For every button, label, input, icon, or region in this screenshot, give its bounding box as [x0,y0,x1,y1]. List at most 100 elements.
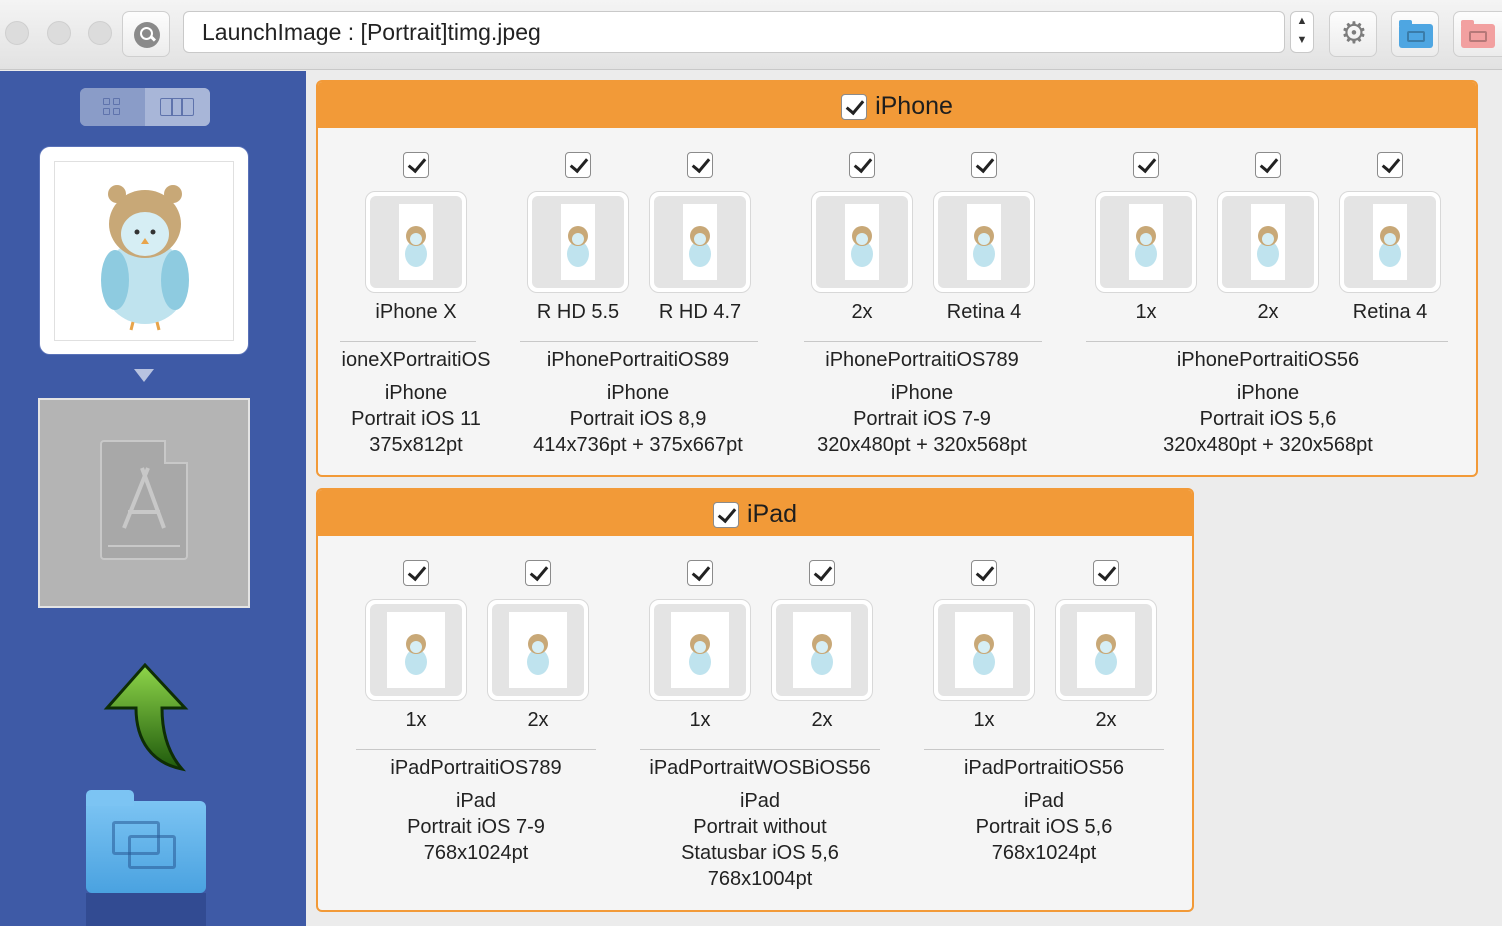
down-arrow-icon [134,369,154,382]
iphone-image-well[interactable] [365,191,467,293]
column-view-button[interactable] [145,88,210,126]
iphone-image-well[interactable] [1217,191,1319,293]
launch-image-preview [671,612,729,688]
iphone-enable-checkbox[interactable] [841,93,868,120]
iphone-cell-checkbox[interactable] [1255,152,1281,178]
iphone-cell-label: 2x [1257,301,1279,323]
iphone-image-well[interactable] [1339,191,1441,293]
iphone-cell-label: R HD 5.5 [536,301,620,323]
iphone-cell-checkbox[interactable] [849,152,875,178]
red-folder-icon [1461,20,1495,48]
iphone-image-well[interactable] [527,191,629,293]
export-arrow-icon [103,663,189,772]
iphone-cell-checkbox[interactable] [565,152,591,178]
ipad-group-size: 768x1024pt [991,842,1097,864]
search-button[interactable] [122,11,170,57]
launch-image-preview [793,612,851,688]
ipad-group-size: 768x1004pt [707,868,813,890]
launch-image-preview [845,204,879,280]
group-separator [520,341,758,342]
minimize-window-button[interactable] [47,21,71,45]
iphone-group-desc1: Portrait iOS 5,6 [1199,408,1337,430]
open-source-folder-button[interactable] [1453,11,1502,57]
ipad-image-well[interactable] [771,599,873,701]
iphone-cell-checkbox[interactable] [971,152,997,178]
ipad-group-size: 768x1024pt [423,842,529,864]
iphone-image-well[interactable] [1095,191,1197,293]
ipad-panel-header: iPad [318,490,1192,536]
iphone-group-name: iPhonePortraitiOS89 [546,349,730,371]
iphone-cell-label: Retina 4 [946,301,1022,323]
ipad-group-name: iPadPortraitWOSBiOS56 [649,757,871,779]
ipad-group-device: iPad [739,790,781,812]
ipad-cell-label: 1x [405,709,427,731]
iphone-group-size: 414x736pt + 375x667pt [533,434,743,456]
ipad-cell-label: 1x [973,709,995,731]
iphone-image-well[interactable] [933,191,1035,293]
source-image-well[interactable] [40,147,248,354]
launch-image-preview [1129,204,1163,280]
ipad-image-well[interactable] [487,599,589,701]
group-separator [1086,341,1448,342]
launch-image-preview [509,612,567,688]
iphone-group-device: iPhone [1236,382,1300,404]
ipad-group-device: iPad [455,790,497,812]
ipad-image-well[interactable] [649,599,751,701]
collapse-indicator-icon[interactable] [299,311,304,319]
ipad-cell-checkbox[interactable] [687,560,713,586]
group-separator [804,341,1042,342]
ipad-image-well[interactable] [365,599,467,701]
iphone-cell-checkbox[interactable] [687,152,713,178]
ipad-group-name: iPadPortraitiOS56 [963,757,1125,779]
launch-image-preview [1077,612,1135,688]
iphone-cell-label: 1x [1135,301,1157,323]
ipad-enable-checkbox[interactable] [712,501,739,528]
ipad-cell-checkbox[interactable] [403,560,429,586]
iphone-cell-checkbox[interactable] [403,152,429,178]
zoom-window-button[interactable] [88,21,112,45]
launch-image-preview [1373,204,1407,280]
ipad-cell-label: 2x [1095,709,1117,731]
ipad-cell-checkbox[interactable] [971,560,997,586]
iphone-group-desc1: Portrait iOS 8,9 [569,408,707,430]
iphone-group-device: iPhone [890,382,954,404]
iphone-group-name: iPhonePortraitiOS56 [1176,349,1360,371]
iphone-image-well[interactable] [811,191,913,293]
xcode-project-drop-target[interactable] [38,398,250,608]
ipad-cell-checkbox[interactable] [809,560,835,586]
iphone-cell-checkbox[interactable] [1377,152,1403,178]
iphone-cell-label: iPhone X [375,301,457,323]
close-window-button[interactable] [5,21,29,45]
xcode-project-icon [100,440,188,560]
settings-button[interactable]: ⚙ [1329,11,1377,57]
iphone-image-well[interactable] [649,191,751,293]
iphone-group-desc1: Portrait iOS 7-9 [853,408,991,430]
ipad-group-desc2: Statusbar iOS 5,6 [681,842,839,864]
ipad-image-well[interactable] [933,599,1035,701]
launch-image-preview [561,204,595,280]
ipad-group-desc1: Portrait iOS 7-9 [407,816,545,838]
ipad-panel-title: iPad [746,500,798,528]
ipad-cell-label: 2x [811,709,833,731]
ipad-group-desc1: Portrait without [693,816,827,838]
group-separator [640,749,880,750]
path-field[interactable]: LaunchImage : [Portrait]timg.jpeg [183,11,1285,53]
iphone-panel-header: iPhone [318,82,1476,128]
launch-image-preview [1251,204,1285,280]
ipad-cell-label: 1x [689,709,711,731]
ipad-image-well[interactable] [1055,599,1157,701]
ipad-cell-checkbox[interactable] [1093,560,1119,586]
iphone-panel-title: iPhone [875,92,953,120]
grid-view-button[interactable] [80,88,145,126]
output-folder-icon[interactable] [86,790,206,893]
iphone-cell-label: Retina 4 [1352,301,1428,323]
iphone-group-size: 320x480pt + 320x568pt [817,434,1027,456]
ipad-cell-checkbox[interactable] [525,560,551,586]
open-output-folder-button[interactable] [1391,11,1439,57]
path-stepper[interactable]: ▲ ▼ [1290,11,1314,53]
iphone-cell-checkbox[interactable] [1133,152,1159,178]
launch-image-preview [967,204,1001,280]
ipad-panel: iPad 1x 2x 1x 2x 1x 2x iPadPortraitiOS789 iPad P… [316,488,1194,912]
blue-folder-icon [1399,20,1433,48]
view-mode-segmented-control[interactable] [80,88,210,126]
